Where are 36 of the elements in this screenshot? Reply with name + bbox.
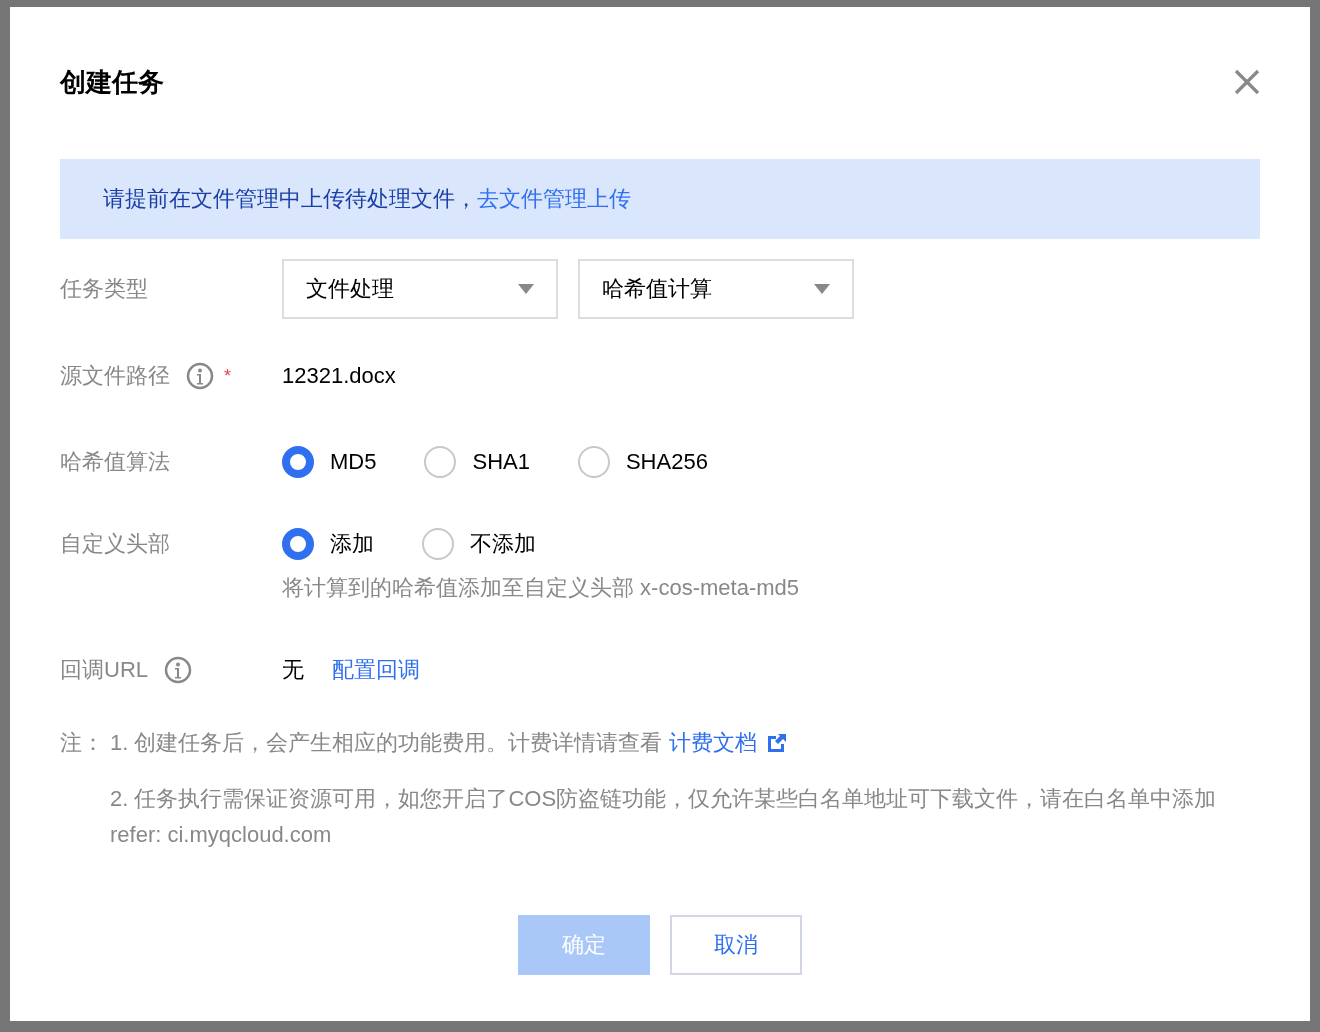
upload-link[interactable]: 去文件管理上传: [477, 186, 631, 211]
field-label: 回调URL: [60, 656, 148, 684]
caret-icon: [518, 284, 534, 294]
note-label: 注：: [60, 729, 105, 757]
radio-option[interactable]: MD5: [282, 446, 377, 478]
dropdown-select[interactable]: 文件处理: [282, 259, 558, 319]
radio-option[interactable]: 添加: [282, 528, 374, 560]
note-text: 1. 创建任务后，会产生相应的功能费用。计费详情请查看 计费文档: [110, 729, 757, 757]
close-button[interactable]: [1234, 69, 1260, 95]
radio-circle[interactable]: [282, 446, 314, 478]
radio-option[interactable]: 不添加: [422, 528, 536, 560]
hint-text: 将计算到的哈希值添加至自定义头部 x-cos-meta-md5: [282, 574, 800, 602]
field-label: 源文件路径: [60, 362, 170, 390]
caret-icon: [814, 284, 830, 294]
field-label: 哈希值算法: [60, 448, 170, 476]
info-icon: [186, 362, 214, 390]
radio-option[interactable]: SHA1: [424, 446, 530, 478]
callback-value: 无: [282, 656, 304, 684]
external-link-icon: [766, 733, 787, 753]
radio-circle[interactable]: [282, 528, 314, 560]
radio-circle[interactable]: [422, 528, 454, 560]
radio-option[interactable]: SHA256: [577, 446, 708, 478]
cancel-button[interactable]: 取消: [670, 915, 802, 975]
note-text: 2. 任务执行需保证资源可用，如您开启了COS防盗链功能，仅允许某些白名单地址可下载文件，请在白名单中添加refer: ci.myqcloud.com: [110, 785, 1218, 849]
dialog-title: 创建任务: [60, 65, 164, 99]
field-label: 自定义头部: [60, 530, 170, 558]
radio-circle[interactable]: [424, 446, 457, 478]
notice-text: 请提前在文件管理中上传待处理文件，去文件管理上传: [103, 185, 631, 213]
info-icon: [164, 656, 192, 684]
required-mark: *: [224, 365, 231, 387]
file-path-value: 12321.docx: [282, 363, 396, 389]
billing-doc-link[interactable]: 计费文档: [668, 730, 757, 755]
configure-link[interactable]: 配置回调: [332, 655, 420, 685]
field-label: 任务类型: [60, 275, 148, 303]
radio-circle[interactable]: [577, 446, 610, 478]
dropdown-select[interactable]: 哈希值计算: [578, 259, 854, 319]
